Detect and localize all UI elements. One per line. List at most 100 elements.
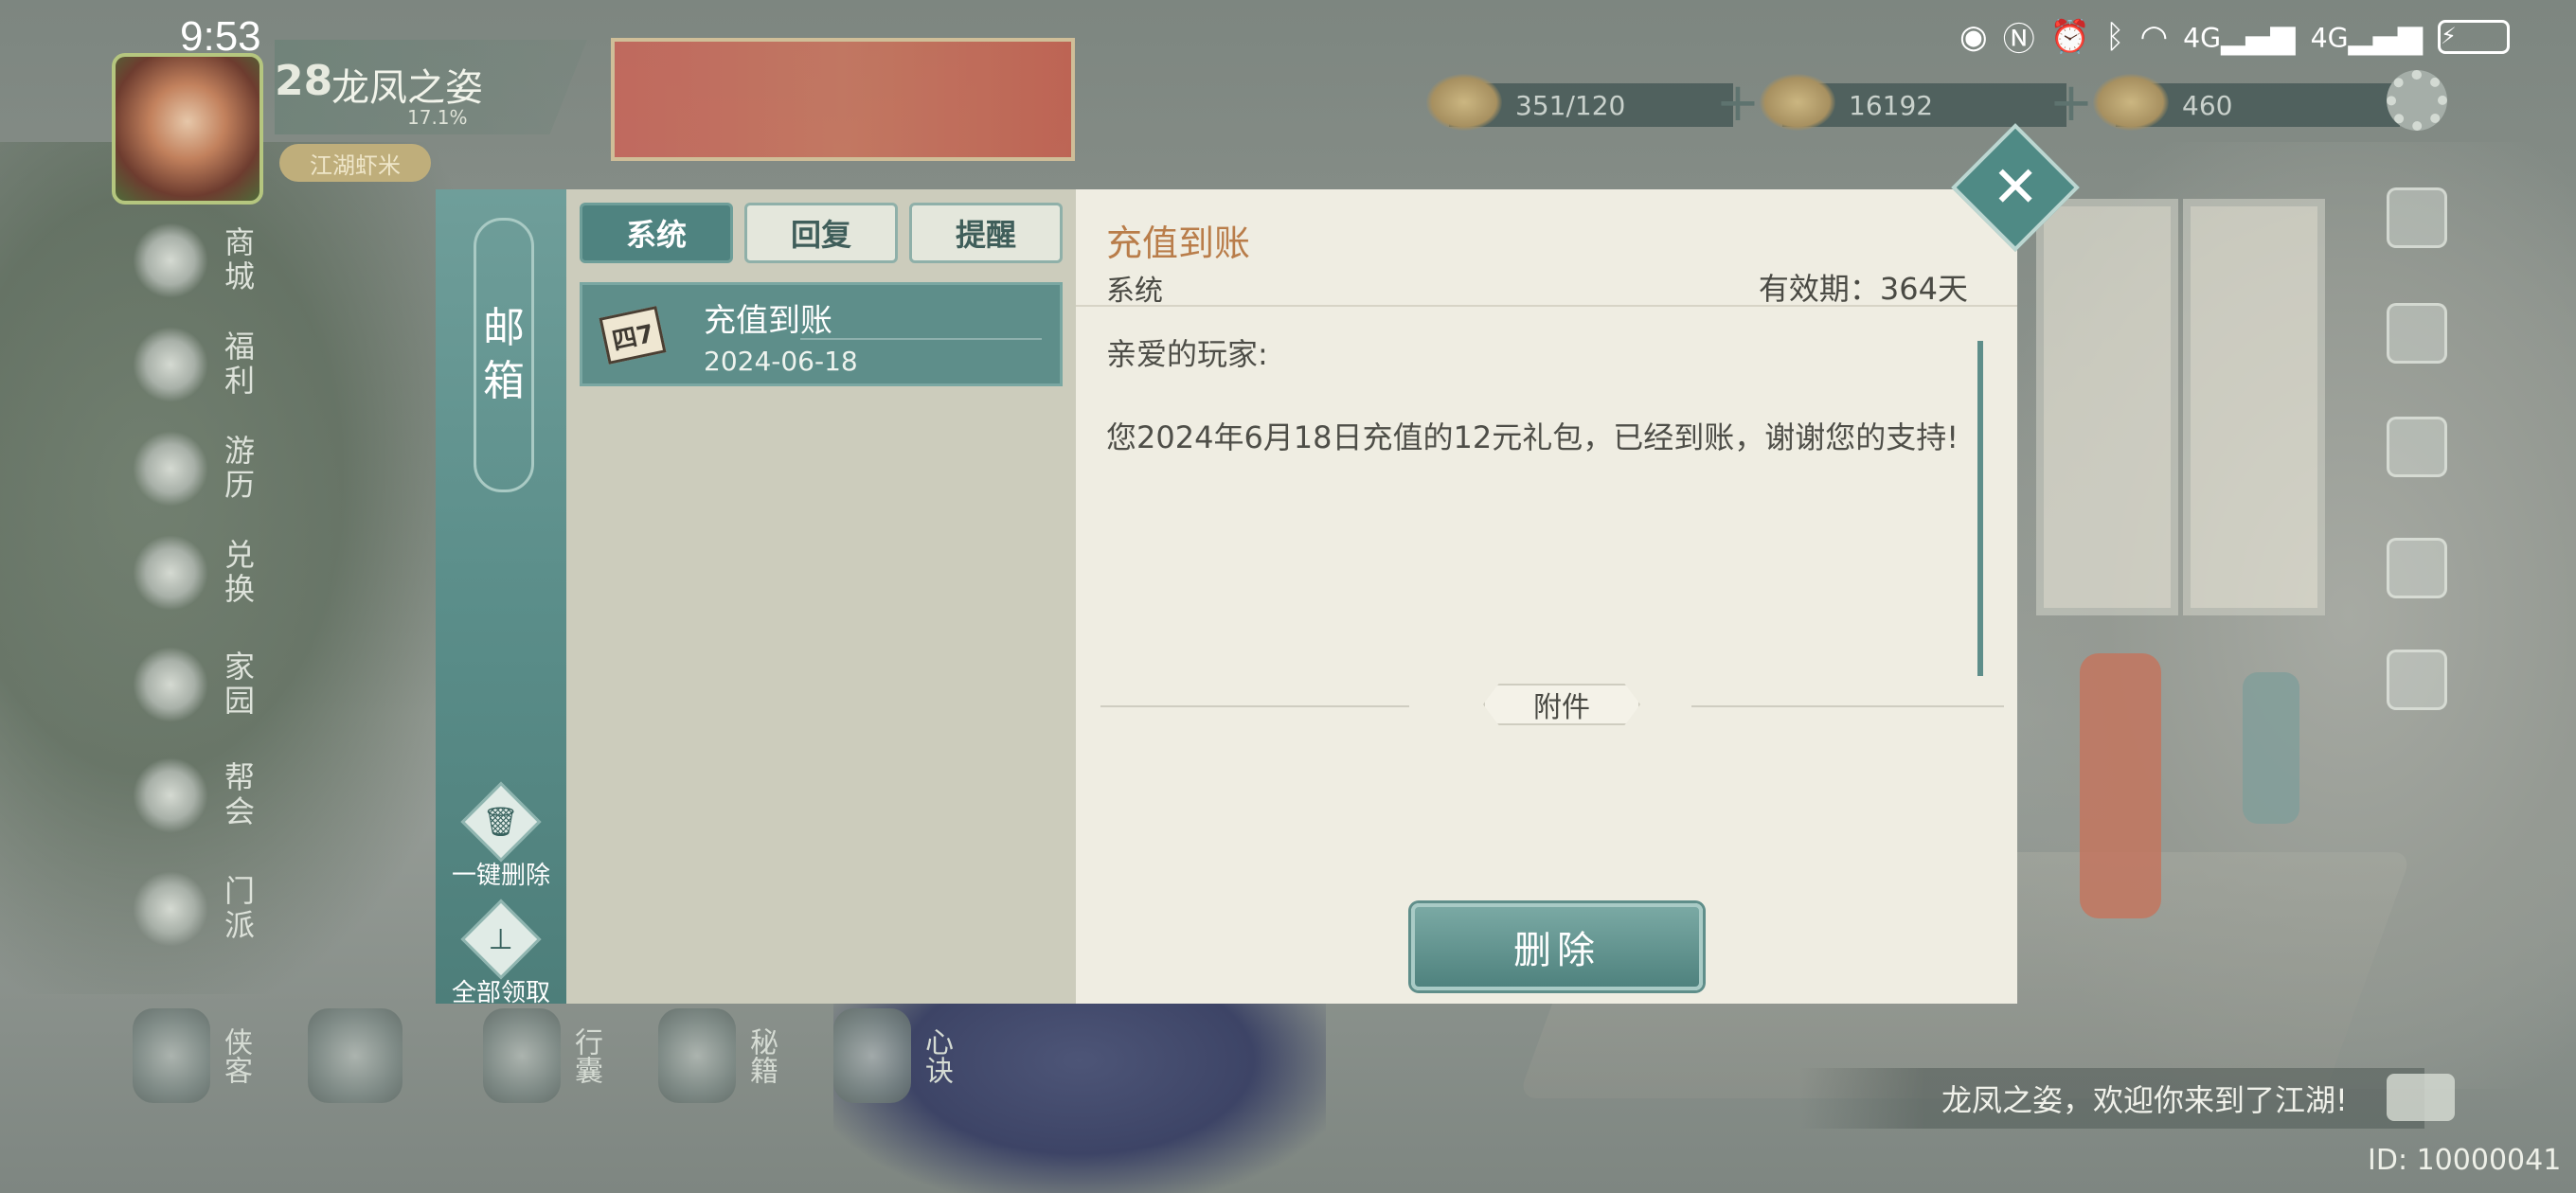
background-teal-banner [2243,672,2299,824]
detail-scrollbar[interactable] [1977,341,1983,676]
menu-hero[interactable]: 侠客 [133,1004,256,1108]
menu-manual[interactable]: 秘籍 [658,1004,781,1108]
menu-guild[interactable]: 帮会 [133,743,265,847]
home-icon [133,647,208,722]
ingot-icon [2093,74,2169,131]
menu-label: 行囊 [569,1027,602,1084]
menu-welfare[interactable]: 福利 [133,312,265,417]
detail-body: 亲爱的玩家: 您2024年6月18日充值的12元礼包，已经到账，谢谢您的支持! [1106,333,1968,500]
eye-icon: ◉ [1959,17,1988,56]
resource-ingot: 460 + [2093,74,2426,131]
travel-icon [133,431,208,507]
mail-letter-icon: 四7 [599,306,667,365]
nfc-icon: Ⓝ [2002,21,2035,59]
avatar[interactable] [112,53,263,205]
cloud-icon [308,1008,402,1103]
status-icons: ◉ Ⓝ ⏰ ᛒ ◠ 4G▂▄▆ 4G▂▄▆ ⚡ [1959,13,2510,60]
mail-list-item[interactable]: 四7 充值到账 2024-06-18 [580,282,1063,386]
list-icon[interactable] [2387,417,2447,477]
delete-all-button[interactable]: 🗑 一键删除 [436,781,566,891]
trash-icon: 🗑 [460,781,542,863]
manual-icon [658,1008,736,1103]
menu-travel[interactable]: 游历 [133,417,265,521]
menu-label: 家园 [220,650,256,719]
mailbox-title-char: 箱 [483,357,525,405]
sect-icon [133,871,208,947]
tab-reminder[interactable]: 提醒 [909,203,1063,263]
mind-icon [833,1008,911,1103]
player-title-badge: 江湖虾米 [279,144,431,182]
add-coin-button[interactable]: + [2048,77,2095,130]
open-book-icon[interactable] [2387,650,2447,710]
close-icon: ✕ [1991,154,2040,221]
book-icon[interactable] [2387,303,2447,364]
chat-bar[interactable]: 龙凤之姿，欢迎你来到了江湖! [1799,1068,2424,1129]
menu-label: 秘籍 [744,1027,778,1084]
detail-greeting: 亲爱的玩家: [1106,336,1268,372]
resource-stamina: 351/120 + [1426,74,1760,131]
tab-system[interactable]: 系统 [580,203,733,263]
add-stamina-button[interactable]: + [1714,77,1762,130]
attachment-divider [1100,705,1409,707]
menu-label: 商城 [220,226,256,294]
menu-shop[interactable]: 商城 [133,208,265,312]
menu-label: 游历 [220,435,256,503]
bluetooth-icon: ᛒ [2105,17,2125,56]
shop-icon [133,223,208,298]
attachment-divider [1691,705,2004,707]
scroll-icon[interactable] [2387,187,2447,248]
detail-subject: 充值到账 [1106,223,1251,264]
menu-label: 帮会 [220,761,256,829]
gear-icon[interactable] [2387,70,2447,131]
menu-label: 兑换 [220,539,256,607]
resource-value: 351/120 [1515,89,1626,121]
claim-all-button[interactable]: ⊥ 全部领取 [436,899,566,1008]
resource-value: 16192 [1849,89,1934,121]
menu-label: 心诀 [920,1027,953,1084]
claim-icon: ⊥ [460,899,542,980]
detail-divider [1076,305,2017,307]
checklist-icon[interactable] [2387,538,2447,598]
chat-icon[interactable] [2387,1074,2455,1121]
player-name: 龙凤之姿 [331,66,483,110]
tab-reply[interactable]: 回复 [744,203,898,263]
wifi-icon: ◠ [2139,17,2169,56]
coin-icon [1760,74,1835,131]
mailbox-title: 邮 箱 [474,218,534,492]
mail-detail-panel [1076,189,2017,1004]
player-level: 28 [275,57,333,105]
battery-charging-icon: ⚡ [2438,19,2510,54]
resource-coin: 16192 + [1760,74,2093,131]
menu-label: 侠客 [219,1027,252,1084]
detail-sender: 系统 [1106,275,1163,308]
mail-divider [800,338,1042,340]
menu-label: 门派 [220,875,256,943]
menu-exchange[interactable]: 兑换 [133,521,265,625]
detail-validity: 有效期：364天 [1758,271,1968,307]
background-red-banner [2080,653,2161,918]
menu-home[interactable]: 家园 [133,632,265,737]
welfare-icon [133,327,208,402]
menu-mind[interactable]: 心诀 [833,1004,957,1108]
player-exp: 17.1% [407,106,468,129]
bag-icon [483,1008,561,1103]
menu-sect[interactable]: 门派 [133,857,265,961]
hero-icon [133,1008,210,1103]
detail-message: 您2024年6月18日充值的12元礼包，已经到账，谢谢您的支持! [1106,419,1959,455]
signal-4g-icon: 4G▂▄▆ [2183,17,2296,56]
resource-value: 460 [2182,89,2233,121]
stamina-icon [1426,74,1502,131]
player-id: ID: 10000041 [2368,1144,2562,1177]
menu-bag[interactable]: 行囊 [483,1004,606,1108]
attachment-label: 附件 [1483,684,1640,725]
mail-subject: 充值到账 [704,302,832,340]
delete-button[interactable]: 删除 [1411,903,1703,990]
menu-unknown[interactable] [308,1004,431,1108]
exchange-icon [133,535,208,611]
alarm-icon: ⏰ [2049,17,2091,56]
mail-date: 2024-06-18 [704,346,858,377]
mailbox-title-char: 邮 [483,304,525,352]
background-scroll [2183,199,2325,615]
menu-label: 福利 [220,330,256,399]
event-banner[interactable] [611,38,1075,161]
